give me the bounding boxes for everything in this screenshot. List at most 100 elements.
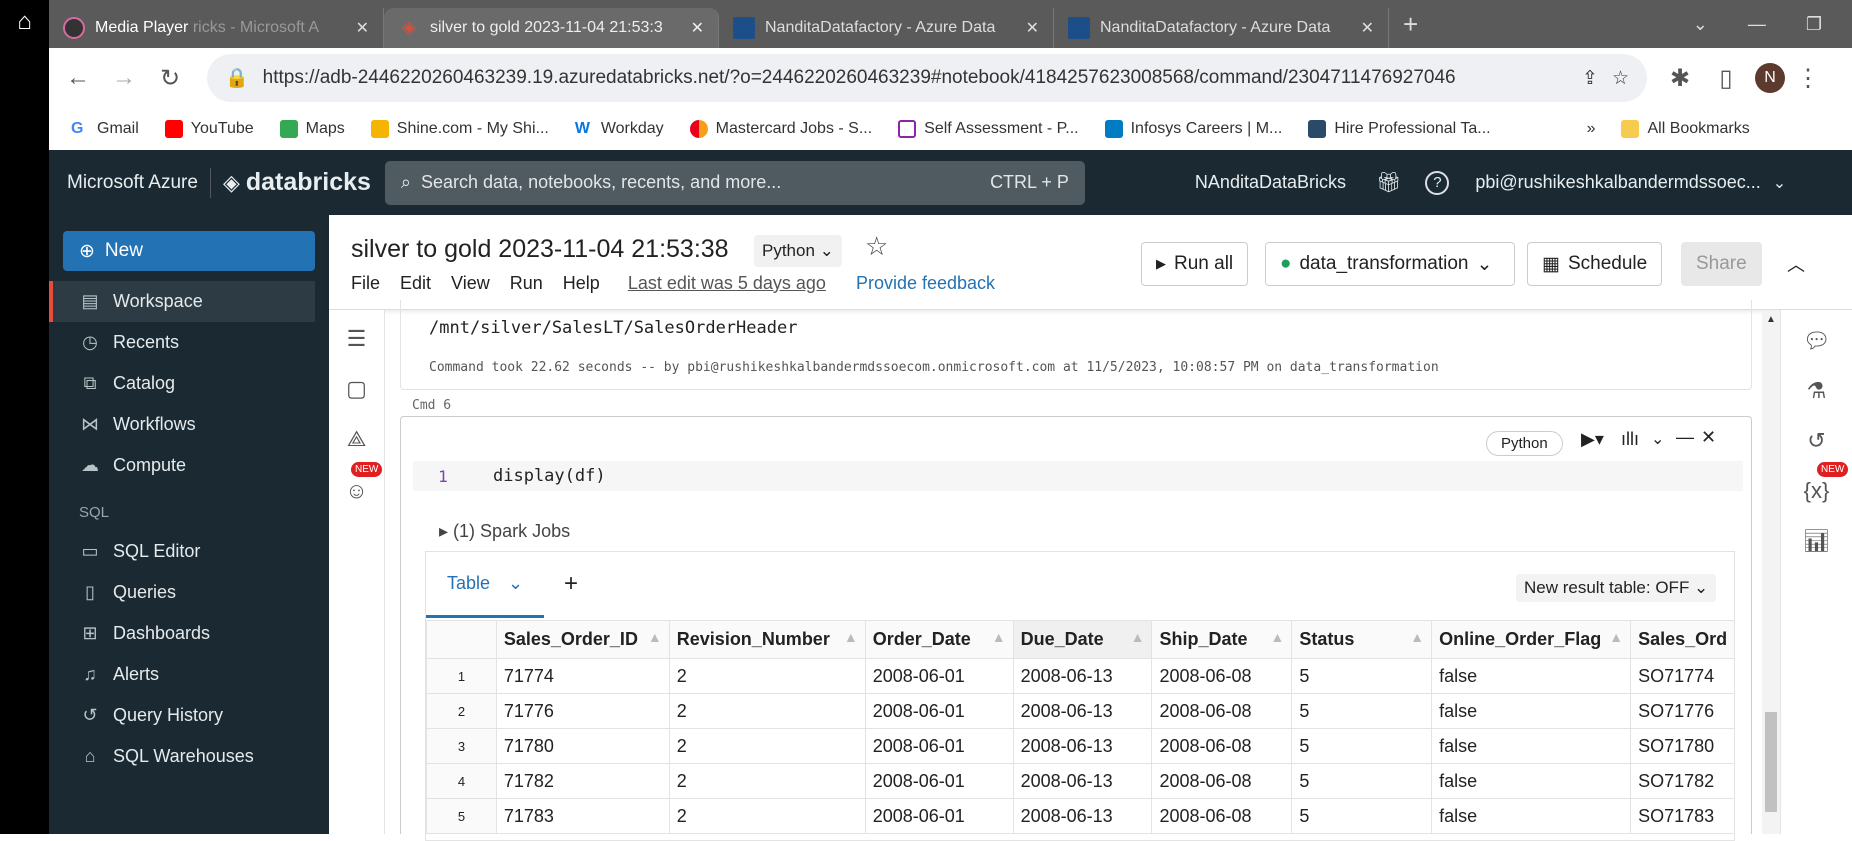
add-visualization-button[interactable]: + <box>564 570 578 598</box>
new-result-table-toggle[interactable]: New result table: OFF ⌄ <box>1516 574 1717 602</box>
column-header[interactable]: Revision_Number ▲ <box>668 620 866 659</box>
column-header[interactable]: Online_Order_Flag ▲ <box>1431 620 1632 659</box>
spark-jobs-toggle[interactable]: ▸ (1) Spark Jobs <box>439 521 570 542</box>
assistant-icon[interactable]: ☺ <box>329 478 384 504</box>
sidebar-item-sql-warehouses[interactable]: ⌂ SQL Warehouses <box>49 736 329 777</box>
table-cell[interactable]: SO71774 <box>1630 658 1734 694</box>
shapes-icon[interactable]: ⟁ <box>329 426 384 452</box>
revision-history-icon[interactable]: ↺ <box>1781 428 1852 454</box>
table-cell[interactable]: false <box>1431 728 1632 764</box>
table-cell[interactable]: 2008-06-08 <box>1151 658 1293 694</box>
minimize-cell-icon[interactable]: — <box>1676 427 1694 448</box>
user-menu[interactable]: pbi@rushikeshkalbandermdssoec... <box>1475 172 1760 193</box>
minimize-button[interactable]: — <box>1748 14 1766 35</box>
variables-icon[interactable]: {x} <box>1781 478 1852 504</box>
home-icon[interactable]: ⌂ <box>0 8 49 36</box>
sidebar-item-catalog[interactable]: ⧉ Catalog <box>49 363 329 404</box>
column-header[interactable]: Sales_Order_ID ▲ <box>495 620 670 659</box>
tab-media-player[interactable]: Media Player ricks - Microsoft A ✕ <box>49 8 384 48</box>
sidebar-item-sql-editor[interactable]: ▭ SQL Editor <box>49 531 329 572</box>
all-bookmarks[interactable]: All Bookmarks <box>1621 119 1750 138</box>
workspace-switcher[interactable]: NAnditaDataBricks <box>1195 172 1346 193</box>
table-of-contents-icon[interactable]: ☰ <box>329 326 384 352</box>
menu-icon[interactable]: ⋮ <box>1785 64 1831 93</box>
stats-icon[interactable]: 📊︎ <box>1781 528 1852 554</box>
table-cell[interactable]: 5 <box>1291 798 1433 834</box>
table-cell[interactable]: 5 <box>1291 763 1433 799</box>
tab-notebook[interactable]: ◈ silver to gold 2023-11-04 21:53:3 ✕ <box>384 8 719 48</box>
restore-button[interactable]: ❐ <box>1806 14 1822 35</box>
bookmark-workday[interactable]: W Workday <box>575 120 664 138</box>
help-icon[interactable]: ? <box>1425 170 1450 195</box>
column-header[interactable]: Ship_Date ▲ <box>1151 620 1293 659</box>
sidebar-item-dashboards[interactable]: ⊞ Dashboards <box>49 613 329 654</box>
close-icon[interactable]: ✕ <box>356 18 369 38</box>
back-icon[interactable]: ← <box>55 64 101 92</box>
sidebar-item-compute[interactable]: ☁ Compute <box>49 445 329 486</box>
chevron-down-icon[interactable]: ⌄ <box>1773 173 1786 193</box>
tab-table[interactable]: Table ⌄ <box>426 552 544 618</box>
table-cell[interactable]: false <box>1431 658 1632 694</box>
column-header[interactable]: Order_Date ▲ <box>864 620 1014 659</box>
table-cell[interactable]: 2008-06-08 <box>1151 728 1293 764</box>
chart-icon[interactable]: ıllı <box>1621 429 1639 450</box>
column-header[interactable]: Sales_Ord <box>1630 620 1734 659</box>
table-cell[interactable]: 2 <box>668 658 866 694</box>
new-button[interactable]: ⊕ New <box>63 231 315 271</box>
bookmark-maps[interactable]: Maps <box>279 119 345 138</box>
menu-edit[interactable]: Edit <box>400 273 431 294</box>
table-cell[interactable]: SO71782 <box>1630 763 1734 799</box>
table-cell[interactable]: 2 <box>668 693 866 729</box>
column-header[interactable]: Due_Date ▲ <box>1012 620 1153 659</box>
row-number[interactable]: 1 <box>426 658 497 694</box>
experiments-icon[interactable]: ⚗ <box>1781 378 1852 404</box>
column-header[interactable]: Status ▲ <box>1291 620 1433 659</box>
table-cell[interactable]: 71782 <box>495 763 670 799</box>
tab-datafactory-1[interactable]: NanditaDatafactory - Azure Data ✕ <box>719 8 1054 48</box>
folder-icon[interactable]: ▢ <box>329 376 384 402</box>
collapse-header-icon[interactable]: ︿ <box>1787 251 1805 277</box>
table-cell[interactable]: 2008-06-13 <box>1012 763 1153 799</box>
bookmark-hire[interactable]: Hire Professional Ta... <box>1308 119 1491 138</box>
bookmark-shine[interactable]: Shine.com - My Shi... <box>370 119 549 138</box>
run-cell-icon[interactable]: ▶▾ <box>1581 429 1604 450</box>
table-cell[interactable]: 2008-06-13 <box>1012 798 1153 834</box>
sidebar-item-workflows[interactable]: ⋈ Workflows <box>49 404 329 445</box>
table-cell[interactable]: 5 <box>1291 693 1433 729</box>
close-icon[interactable]: ✕ <box>1026 18 1039 38</box>
table-cell[interactable]: SO71776 <box>1630 693 1734 729</box>
table-cell[interactable]: 2008-06-13 <box>1012 658 1153 694</box>
reload-icon[interactable]: ↻ <box>147 64 193 93</box>
forward-icon[interactable]: → <box>101 64 147 92</box>
close-icon[interactable]: ✕ <box>1361 18 1374 38</box>
global-search-input[interactable]: ⌕ Search data, notebooks, recents, and mo… <box>384 160 1085 205</box>
extensions-icon[interactable]: ✱ <box>1657 64 1703 93</box>
row-number[interactable]: 3 <box>426 728 497 764</box>
run-all-button[interactable]: ▶ Run all <box>1141 242 1249 286</box>
table-cell[interactable]: SO71780 <box>1630 728 1734 764</box>
table-cell[interactable]: 71783 <box>495 798 670 834</box>
language-selector[interactable]: Python ⌄ <box>754 235 842 267</box>
sidebar-item-recents[interactable]: ◷ Recents <box>49 322 329 363</box>
table-cell[interactable]: 71774 <box>495 658 670 694</box>
schedule-button[interactable]: ▦ Schedule <box>1527 242 1663 286</box>
table-cell[interactable]: 5 <box>1291 658 1433 694</box>
table-cell[interactable]: 2008-06-01 <box>864 763 1014 799</box>
comments-icon[interactable]: 💬︎ <box>1781 328 1852 354</box>
table-cell[interactable]: 71776 <box>495 693 670 729</box>
notebook-scrollbar[interactable]: ▲ <box>1762 310 1780 834</box>
table-cell[interactable]: 2 <box>668 798 866 834</box>
share-icon[interactable]: ⇪ <box>1582 67 1598 90</box>
menu-help[interactable]: Help <box>563 273 600 294</box>
sidepanel-icon[interactable]: ▯ <box>1703 64 1749 93</box>
notebook-title[interactable]: silver to gold 2023-11-04 21:53:38 <box>351 235 729 264</box>
table-cell[interactable]: 2008-06-13 <box>1012 728 1153 764</box>
databricks-logo[interactable]: databricks <box>246 168 371 197</box>
bookmark-infosys[interactable]: Infosys Careers | M... <box>1104 119 1282 138</box>
bookmark-self-assessment[interactable]: Self Assessment - P... <box>898 119 1079 138</box>
cluster-selector[interactable]: ● data_transformation ⌄ <box>1265 242 1515 286</box>
table-cell[interactable]: 5 <box>1291 728 1433 764</box>
menu-run[interactable]: Run <box>510 273 543 294</box>
table-cell[interactable]: false <box>1431 693 1632 729</box>
table-cell[interactable]: 2 <box>668 763 866 799</box>
